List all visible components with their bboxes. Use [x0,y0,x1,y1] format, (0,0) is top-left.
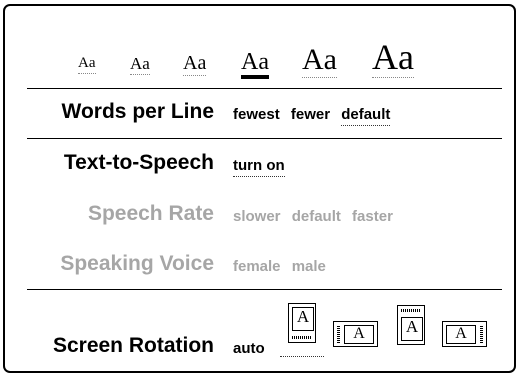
selected-rotation-underline [280,356,324,357]
text-to-speech-label: Text-to-Speech [63,151,214,174]
reading-settings-dialog: Aa Aa Aa Aa Aa Aa Words per Line fewest … [3,4,516,373]
rotation-glyph-box: A [292,307,314,331]
speaking-voice-label: Speaking Voice [60,252,214,275]
rotation-glyph-box: A [401,317,423,341]
words-per-line-label: Words per Line [61,100,214,123]
speech-rate-faster: faster [352,208,393,225]
text-to-speech-options: turn on [233,157,292,177]
screen-rotation-options: auto [233,340,272,359]
screen-rotation-auto[interactable]: auto [233,340,265,359]
rotation-glyph-box: A [446,325,476,344]
speaking-voice-male: male [291,258,326,275]
button-bar [292,336,312,339]
speaking-voice-options: female male [233,258,333,277]
font-size-option-6[interactable]: Aa [372,39,414,78]
rotation-glyph-box: A [344,325,374,344]
speech-rate-options: slower default faster [233,208,400,227]
font-size-option-3[interactable]: Aa [183,53,207,76]
landscape-right-bar-icon[interactable]: A [442,321,487,347]
speaking-voice-female: female [233,258,281,275]
text-to-speech-turn-on[interactable]: turn on [233,157,285,177]
font-size-option-2[interactable]: Aa [130,55,150,75]
font-size-row: Aa Aa Aa Aa Aa Aa [5,6,514,90]
screen-rotation-label: Screen Rotation [52,334,214,357]
speech-rate-slower: slower [233,208,281,225]
words-per-line-options: fewest fewer default [233,106,397,126]
words-per-line-default[interactable]: default [341,106,391,126]
divider [27,289,502,290]
speech-rate-default: default [291,208,341,225]
button-bar [401,309,421,312]
portrait-bottom-bar-icon[interactable]: A [288,303,316,343]
divider [27,138,502,139]
portrait-top-bar-icon[interactable]: A [397,305,425,345]
words-per-line-fewest[interactable]: fewest [233,106,280,125]
landscape-left-bar-icon[interactable]: A [333,321,378,347]
font-size-option-4-selected[interactable]: Aa [241,50,269,79]
font-size-option-1[interactable]: Aa [78,56,96,74]
font-size-option-5[interactable]: Aa [302,45,337,78]
words-per-line-fewer[interactable]: fewer [291,106,330,125]
button-bar [480,325,483,343]
speech-rate-label: Speech Rate [87,202,214,225]
divider [27,88,502,89]
button-bar [337,325,340,343]
